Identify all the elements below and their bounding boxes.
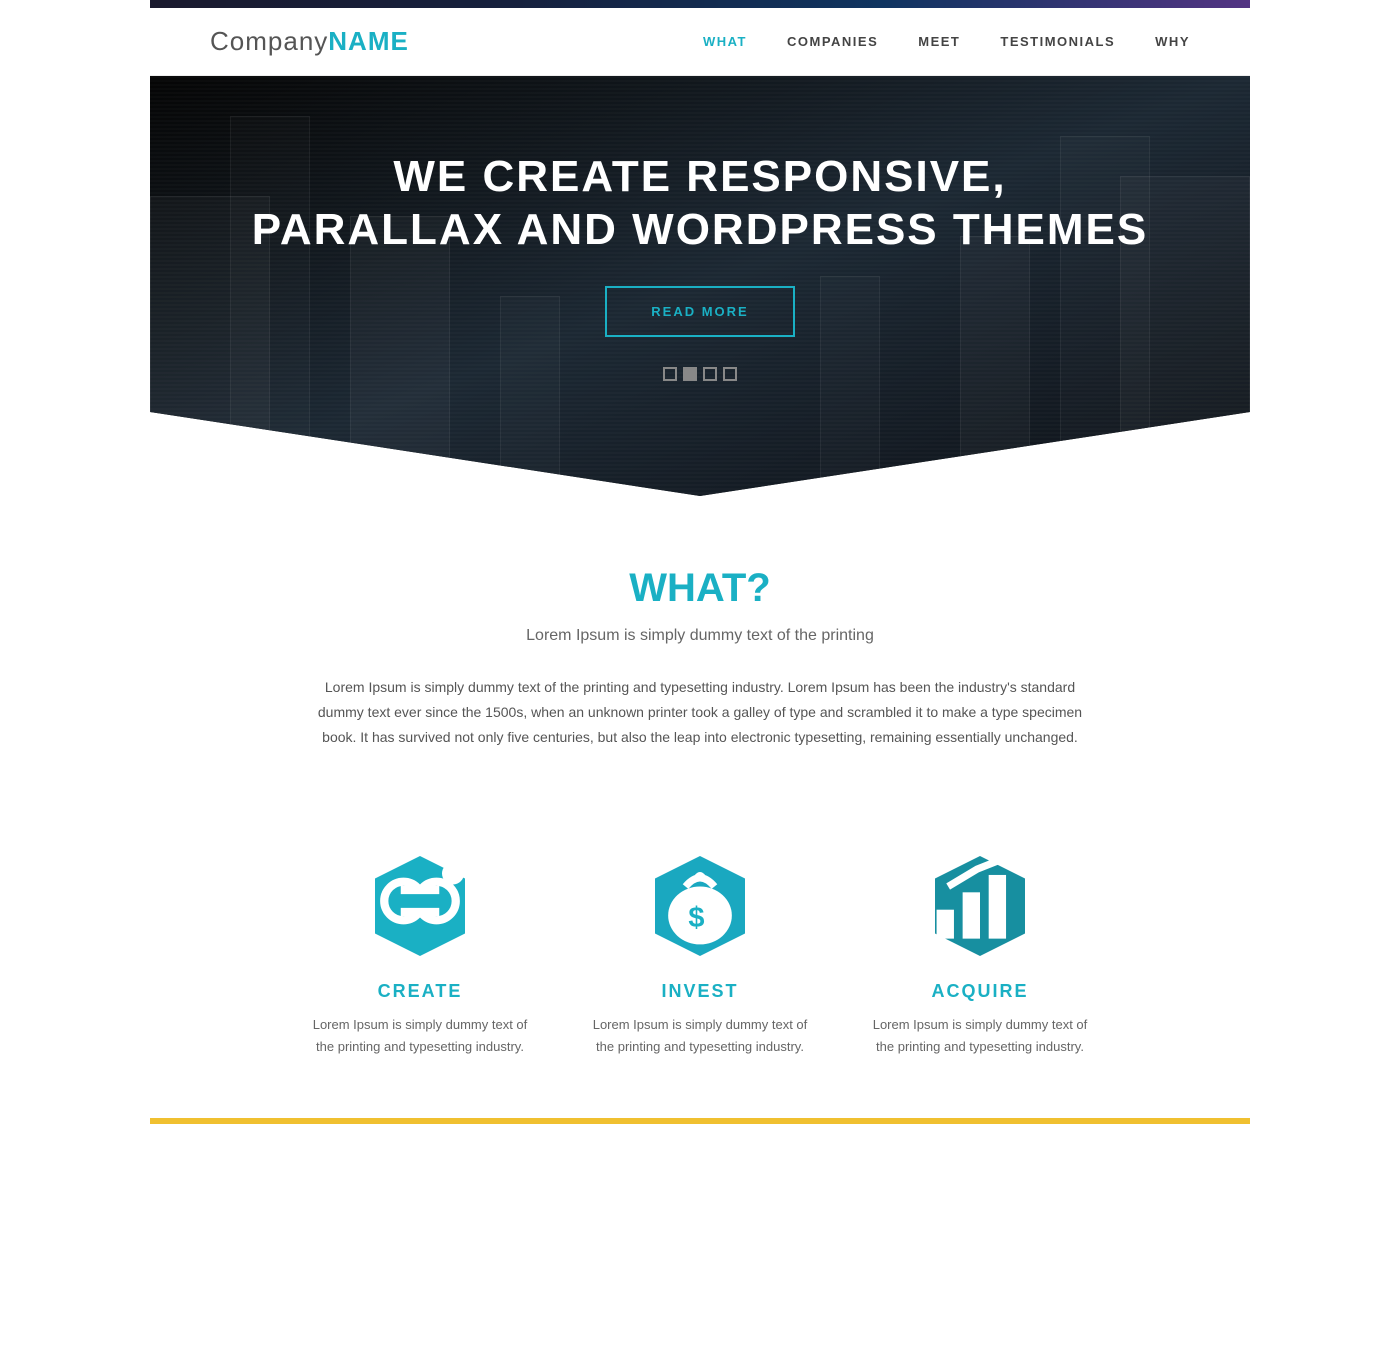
hero-content: WE CREATE RESPONSIVE, PARALLAX AND WORDP… <box>232 91 1168 422</box>
invest-desc: Lorem Ipsum is simply dummy text of the … <box>590 1014 810 1058</box>
create-desc: Lorem Ipsum is simply dummy text of the … <box>310 1014 530 1058</box>
top-bar <box>150 0 1250 8</box>
acquire-label: ACQUIRE <box>870 981 1090 1002</box>
acquire-desc: Lorem Ipsum is simply dummy text of the … <box>870 1014 1090 1058</box>
nav-item-testimonials[interactable]: TESTIMONIALS <box>1000 34 1115 49</box>
feature-invest: $ INVEST Lorem Ipsum is simply dummy tex… <box>590 851 810 1058</box>
slider-dot-2[interactable] <box>683 367 697 381</box>
create-icon-svg <box>365 846 475 956</box>
header: CompanyNAME WHAT COMPANIES MEET TESTIMON… <box>150 8 1250 76</box>
logo-name: NAME <box>328 26 409 56</box>
hero-title: WE CREATE RESPONSIVE, PARALLAX AND WORDP… <box>252 151 1148 257</box>
hero-read-more-button[interactable]: READ MORE <box>605 286 794 337</box>
invest-label: INVEST <box>590 981 810 1002</box>
nav-item-why[interactable]: WHY <box>1155 34 1190 49</box>
nav-item-meet[interactable]: MEET <box>918 34 960 49</box>
slider-dots <box>252 367 1148 381</box>
what-section: WHAT? Lorem Ipsum is simply dummy text o… <box>150 496 1250 851</box>
bottom-accent-bar <box>150 1118 1250 1124</box>
slider-dot-3[interactable] <box>703 367 717 381</box>
what-title: WHAT? <box>210 566 1190 611</box>
acquire-icon <box>925 846 1035 965</box>
slider-dot-1[interactable] <box>663 367 677 381</box>
feature-create: CREATE Lorem Ipsum is simply dummy text … <box>310 851 530 1058</box>
acquire-icon-svg <box>925 846 1035 956</box>
invest-icon-svg: $ <box>645 846 755 956</box>
feature-acquire: ACQUIRE Lorem Ipsum is simply dummy text… <box>870 851 1090 1058</box>
invest-icon-wrapper: $ <box>645 851 755 961</box>
nav-item-companies[interactable]: COMPANIES <box>787 34 878 49</box>
acquire-icon-wrapper <box>925 851 1035 961</box>
nav: WHAT COMPANIES MEET TESTIMONIALS WHY <box>703 34 1190 49</box>
create-label: CREATE <box>310 981 530 1002</box>
features-section: CREATE Lorem Ipsum is simply dummy text … <box>150 851 1250 1118</box>
hero-title-line1: WE CREATE RESPONSIVE, <box>393 152 1006 201</box>
what-description: Lorem Ipsum is simply dummy text of the … <box>310 675 1090 751</box>
hero-title-line2: PARALLAX AND WORDPRESS THEMES <box>252 205 1148 254</box>
logo-company: Company <box>210 26 328 56</box>
create-icon-wrapper <box>365 851 475 961</box>
slider-dot-4[interactable] <box>723 367 737 381</box>
hero-section: WE CREATE RESPONSIVE, PARALLAX AND WORDP… <box>150 76 1250 496</box>
logo: CompanyNAME <box>210 26 409 57</box>
nav-item-what[interactable]: WHAT <box>703 34 747 49</box>
invest-icon: $ <box>645 846 755 965</box>
create-icon <box>365 846 475 965</box>
what-subtitle: Lorem Ipsum is simply dummy text of the … <box>210 627 1190 645</box>
svg-text:$: $ <box>688 902 704 934</box>
